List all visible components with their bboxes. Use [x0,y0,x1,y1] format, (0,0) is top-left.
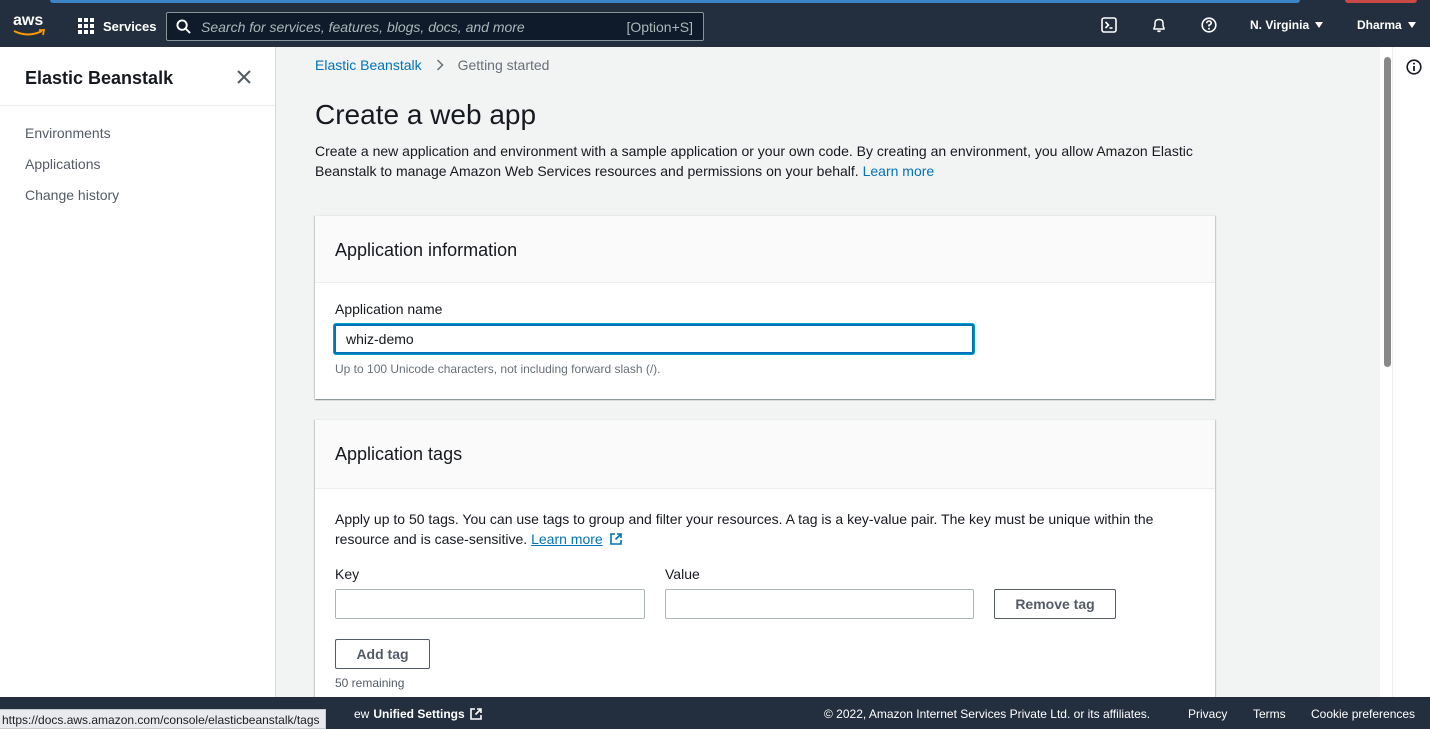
tag-key-label: Key [335,566,360,582]
scrollbar-thumb[interactable] [1384,57,1391,367]
external-link-icon [469,708,482,720]
application-information-panel: Application information Application name… [315,215,1215,399]
sidebar-item-change-history[interactable]: Change history [25,187,119,203]
side-navigation: Elastic Beanstalk Environments Applicati… [0,47,276,697]
application-tags-panel: Application tags Apply up to 50 tags. Yo… [315,419,1215,709]
user-label: Dharma [1357,18,1402,32]
cloudshell-icon[interactable] [1101,17,1117,33]
application-name-label: Application name [335,301,443,317]
sidebar-item-environments[interactable]: Environments [25,125,111,141]
top-accent-bar [0,0,1430,3]
aws-smile-icon [13,29,46,36]
copyright-text: © 2022, Amazon Internet Services Private… [824,707,1151,721]
tags-description-text: Apply up to 50 tags. You can use tags to… [335,511,1154,547]
tools-panel-rail [1392,47,1430,697]
aws-logo[interactable]: aws [13,13,47,37]
accent-red [1345,0,1417,3]
breadcrumb-current: Getting started [457,57,550,73]
unified-settings-partial: ew [354,707,370,721]
privacy-link[interactable]: Privacy [1188,707,1227,721]
main-scrollbar[interactable] [1380,47,1392,697]
chevron-right-icon [436,59,444,71]
account-menu[interactable]: Dharma [1357,18,1416,32]
panel-heading: Application information [315,216,1215,283]
services-menu-button[interactable]: Services [78,16,157,36]
services-label: Services [103,18,157,34]
region-label: N. Virginia [1250,18,1310,32]
info-icon[interactable] [1406,59,1422,75]
tags-learn-more-link[interactable]: Learn more [531,531,603,547]
external-link-icon [609,533,622,545]
bell-icon[interactable] [1151,17,1167,33]
terms-link[interactable]: Terms [1253,707,1286,721]
tags-remaining: 50 remaining [335,676,405,690]
aws-logo-text: aws [13,12,44,29]
page-title: Create a web app [315,99,537,130]
breadcrumb-link-elastic-beanstalk[interactable]: Elastic Beanstalk [315,57,422,73]
page-intro: Create a new application and environment… [315,141,1225,181]
tag-value-label: Value [665,566,700,582]
tags-description: Apply up to 50 tags. You can use tags to… [335,509,1195,549]
main-content: Elastic Beanstalk Getting started Create… [276,47,1366,709]
tag-value-input[interactable] [665,589,974,619]
page-intro-text: Create a new application and environment… [315,143,1193,179]
application-name-hint: Up to 100 Unicode characters, not includ… [335,362,661,376]
search-shortcut: [Option+S] [626,18,693,35]
tag-key-input[interactable] [335,589,645,619]
sidebar-item-applications[interactable]: Applications [25,156,101,172]
caret-down-icon [1407,22,1416,28]
unified-settings-label: Unified Settings [373,707,465,721]
search-input[interactable] [201,18,627,35]
remove-tag-button[interactable]: Remove tag [994,589,1116,619]
application-name-input[interactable] [334,324,974,354]
accent-blue [50,0,1300,3]
search-icon [176,19,191,34]
breadcrumb: Elastic Beanstalk Getting started [315,57,549,73]
learn-more-link[interactable]: Learn more [863,163,935,179]
help-icon[interactable] [1201,17,1217,33]
browser-status-url: https://docs.aws.amazon.com/console/elas… [0,709,326,729]
sidebar-title[interactable]: Elastic Beanstalk [25,68,173,89]
add-tag-button[interactable]: Add tag [335,639,430,669]
caret-down-icon [1315,22,1324,28]
close-icon[interactable] [236,69,252,85]
region-selector[interactable]: N. Virginia [1250,18,1324,32]
sidebar-divider [0,105,275,106]
panel-heading: Application tags [315,420,1215,489]
grid-icon [78,18,94,34]
unified-settings-link[interactable]: ew Unified Settings [354,707,483,721]
global-search[interactable]: [Option+S] [166,12,704,41]
top-navigation: aws Services [Option+S] N. Virginia [0,0,1430,47]
tags-learn-more-text: Learn more [531,531,603,547]
cookie-preferences-link[interactable]: Cookie preferences [1311,707,1415,721]
